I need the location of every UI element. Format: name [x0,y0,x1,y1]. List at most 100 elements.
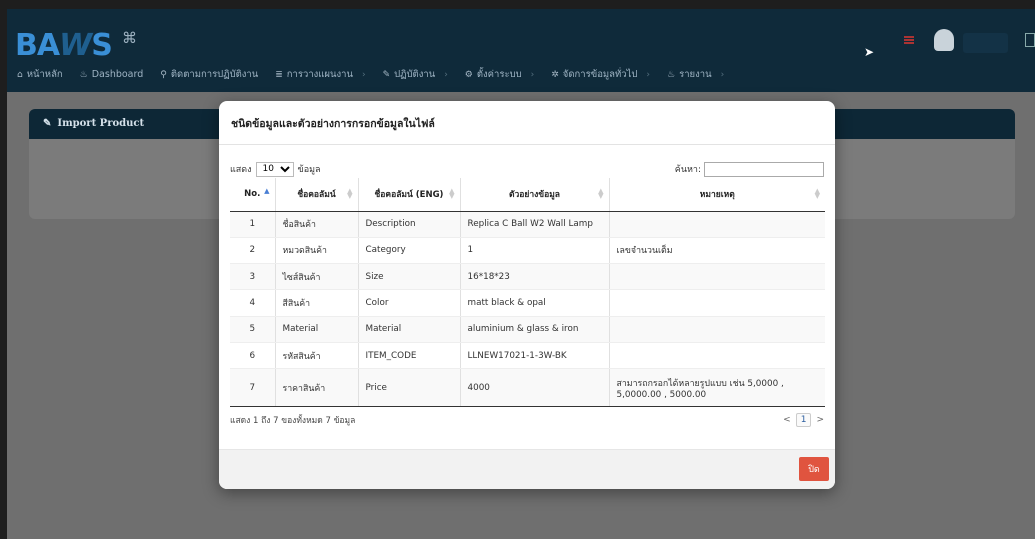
cell-note [608,211,825,238]
page-length: แสดง 10 ข้อมูล [230,161,321,177]
cell-note [608,316,825,343]
cell-example: LLNEW17021-1-3W-BK [459,342,609,370]
chevron-right-icon: › [720,69,725,80]
cell-col-en: Size [357,263,460,291]
nav-item-label: รายงาน [679,69,712,80]
cell-col-en: Color [357,289,460,317]
menu-toggle-icon[interactable]: ⌘ [122,29,137,47]
cell-note: เลขจำนวนเต็ม [608,237,825,265]
pencil-icon: ✎ [43,118,52,129]
cell-note [608,289,825,317]
column-header-no[interactable]: No. ▲ [230,178,275,212]
nav-item-label: หน้าหลัก [26,69,63,80]
nav-item[interactable]: ⚙ ตั้งค่าระบบ › [465,67,534,82]
sort-icon: ▲ ▼ [814,187,820,200]
sort-icon: ▲ ▼ [347,187,353,200]
cell-note [608,263,825,291]
gears-icon: ⚙ [464,69,473,80]
table-row: 4 สีสินค้า Color matt black & opal [230,289,825,317]
modal-header: ชนิดข้อมูลและตัวอย่างการกรอกข้อมูลในไฟล์ [219,101,835,145]
cell-col-en: Category [357,237,460,265]
logo-text: BA [15,28,60,63]
window-icon[interactable] [1025,33,1035,47]
user-name-placeholder[interactable] [963,33,1008,53]
logo[interactable]: BA W S [15,23,113,63]
map-pin-icon: ⚲ [160,69,167,80]
nav-item[interactable]: ⌂ หน้าหลัก [17,67,63,82]
close-button[interactable]: ปิด [799,457,829,481]
column-header-label: ชื่อคอลัมน์ (ENG) [374,190,444,201]
page-length-suffix: ข้อมูล [297,165,321,175]
report-icon: ♨ [667,69,676,80]
mouse-cursor-icon: ➤ [864,45,875,59]
cell-example: 16*18*23 [459,263,609,291]
data-types-table: No. ▲ ชื่อคอลัมน์ ▲ ▼ ชื่อคอลัมน์ (ENG) ▲ ▼ ต… [230,178,825,408]
gear-icon: ✲ [551,69,559,80]
nav-item-label: การวางแผนงาน [286,69,353,80]
nav-item[interactable]: ✲ จัดการข้อมูลทั่วไป › [551,67,650,82]
avatar[interactable] [934,29,954,51]
nav-item-label: ปฏิบัติงาน [394,69,436,80]
table-row: 3 ไซส์สินค้า Size 16*18*23 [230,263,825,291]
pagination-prev[interactable]: < [783,415,791,425]
pagination-page[interactable]: 1 [795,413,812,428]
home-icon: ⌂ [17,69,23,80]
import-info-modal: ชนิดข้อมูลและตัวอย่างการกรอกข้อมูลในไฟล์… [219,101,835,489]
sort-icon: ▲ ▼ [598,187,604,200]
cell-no: 6 [230,342,275,370]
nav-item[interactable]: ≣ การวางแผนงาน › [275,67,365,82]
nav-item-label: จัดการข้อมูลทั่วไป [562,69,638,80]
cell-example: 4000 [459,368,609,408]
cell-no: 7 [230,368,275,408]
modal-body: แสดง 10 ข้อมูล ค้นหา: No. ▲ ชื่อคอลัมน์ ▲ ▼… [219,145,835,445]
logo-text: S [91,28,113,63]
panel-title-text: Import Product [57,118,145,129]
nav-item[interactable]: ⚲ ติดตามการปฏิบัติงาน [160,67,258,82]
column-header-label: ตัวอย่างข้อมูล [508,190,561,201]
table-search: ค้นหา: [674,161,824,177]
cell-no: 1 [230,211,275,238]
page-length-select[interactable]: 10 [255,161,294,177]
table-footer: แสดง 1 ถึง 7 ของทั้งหมด 7 ข้อมูล < 1 > [230,413,824,428]
search-label: ค้นหา: [674,165,701,175]
cell-example: aluminium & glass & iron [459,316,609,343]
cell-example: Replica C Ball W2 Wall Lamp [459,211,609,238]
cell-no: 4 [230,289,275,317]
sort-asc-icon: ▲ [264,187,270,195]
list-icon: ≣ [275,69,283,80]
column-header-example[interactable]: ตัวอย่างข้อมูล ▲ ▼ [459,178,609,212]
nav-item[interactable]: ♨ รายงาน › [667,67,724,82]
cell-no: 5 [230,316,275,343]
column-header-name-en[interactable]: ชื่อคอลัมน์ (ENG) ▲ ▼ [357,178,460,212]
column-header-label: ชื่อคอลัมน์ [297,190,336,201]
cell-no: 2 [230,237,275,265]
hamburger-icon[interactable] [904,36,914,44]
logo-text: W [59,28,92,63]
cell-no: 3 [230,263,275,291]
nav-item[interactable]: ✎ ปฏิบัติงาน › [383,67,448,82]
nav-item[interactable]: ♨ Dashboard [80,67,144,82]
cell-note: สามารถกรอกได้หลายรูปแบบ เช่น 5,0000 , 5,… [608,368,825,408]
modal-title: ชนิดข้อมูลและตัวอย่างการกรอกข้อมูลในไฟล์ [231,118,435,130]
chevron-right-icon: › [444,69,448,80]
cell-col-th: ชื่อสินค้า [274,211,358,238]
table-row: 5 Material Material aluminium & glass & iro… [230,316,825,343]
column-header-label: No. [244,189,261,200]
search-input[interactable] [704,161,824,177]
main-nav: ⌂ หน้าหลัก ♨ Dashboard ⚲ ติดตามการปฏิบัติงาน ≣… [17,67,741,82]
chevron-right-icon: › [361,69,366,80]
table-info: แสดง 1 ถึง 7 ของทั้งหมด 7 ข้อมูล [230,416,356,427]
panel-title: ✎ Import Product [43,118,144,129]
pagination-next[interactable]: > [816,415,824,425]
cell-col-th: หมวดสินค้า [274,237,358,265]
column-header-note[interactable]: หมายเหตุ ▲ ▼ [608,178,825,212]
modal-footer: ปิด [219,449,835,489]
dashboard-icon: ♨ [79,69,88,80]
cell-col-th: สีสินค้า [274,289,358,317]
cell-example: 1 [459,237,609,265]
top-navbar: BA W S ⌘ ⌂ หน้าหลัก ♨ Dashboard ⚲ ติดตามการปฏิบ… [7,9,1035,92]
table-header-row: No. ▲ ชื่อคอลัมน์ ▲ ▼ ชื่อคอลัมน์ (ENG) ▲ ▼ ต… [230,178,825,212]
nav-item-label: ติดตามการปฏิบัติงาน [170,69,259,80]
column-header-name-th[interactable]: ชื่อคอลัมน์ ▲ ▼ [274,178,358,212]
cell-col-en: Material [357,316,460,343]
